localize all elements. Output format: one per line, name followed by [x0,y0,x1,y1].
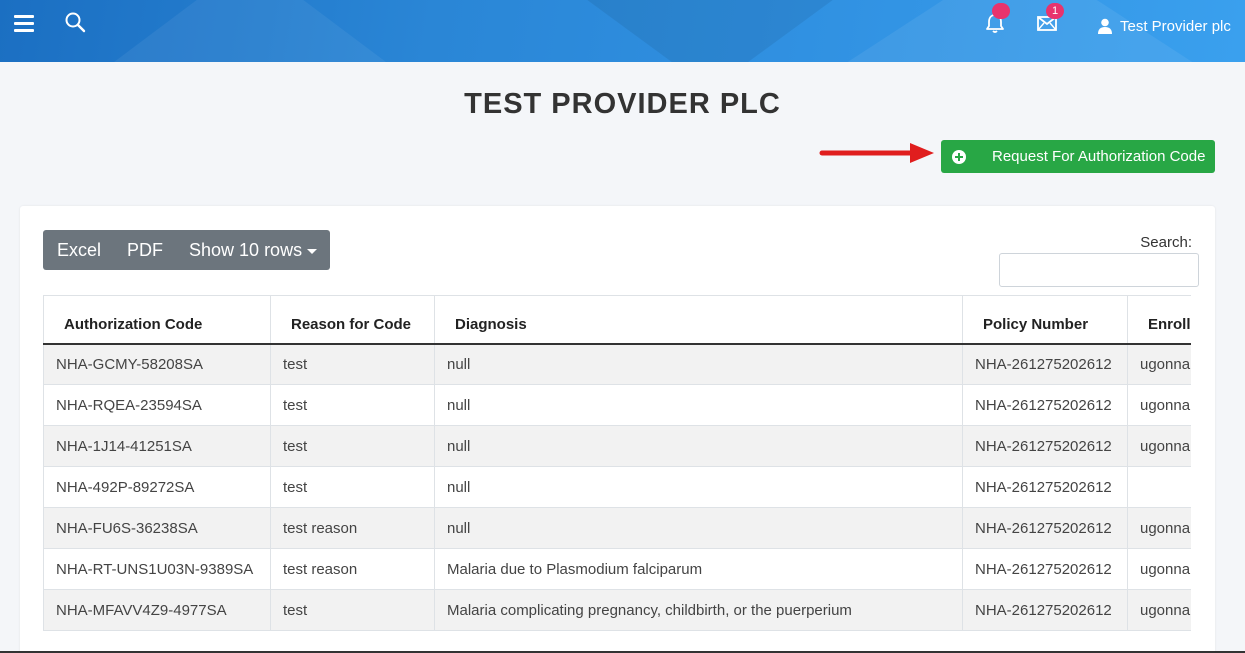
table-cell: ugonna [1127,343,1191,385]
table-row[interactable]: NHA-GCMY-58208SA test null NHA-261275202612… [43,343,1191,385]
menu-icon[interactable] [14,15,34,33]
table-cell: NHA-RQEA-23594SA [43,384,271,426]
table-cell: NHA-261275202612 [962,425,1128,467]
column-header[interactable]: Policy Number [962,295,1128,345]
request-button-label: Request For Authorization Code [992,148,1206,165]
table-row[interactable]: NHA-RQEA-23594SA test null NHA-261275202612… [43,384,1191,426]
table-cell: NHA-GCMY-58208SA [43,343,271,385]
table-row[interactable]: NHA-RT-UNS1U03N-9389SA test reason Malaria… [43,548,1191,590]
column-header[interactable]: Authorization Code [43,295,271,345]
table-container: Authorization Code Reason for Code Diagn… [43,295,1191,653]
table-cell: NHA-261275202612 [962,384,1128,426]
table-header-row: Authorization Code Reason for Code Diagn… [43,295,1191,345]
table-cell: NHA-1J14-41251SA [43,425,271,467]
excel-export-button[interactable]: Excel [43,230,114,270]
table-cell: NHA-MFAVV4Z9-4977SA [43,589,271,631]
messages-badge: 1 [1046,3,1064,19]
table-cell: test [270,589,435,631]
table-cell: null [434,466,963,508]
arrow-right-icon [819,143,934,163]
rows-per-page-dropdown[interactable]: Show 10 rows [176,230,330,270]
plus-circle-icon [952,149,966,164]
table-cell: NHA-261275202612 [962,466,1128,508]
table-cell: ugonna [1127,548,1191,590]
table-export-buttons: Excel PDF Show 10 rows [43,230,331,270]
table-cell: NHA-261275202612 [962,507,1128,549]
chevron-down-icon [307,248,318,254]
table-cell: test [270,466,435,508]
authorization-codes-table: Authorization Code Reason for Code Diagn… [43,295,1191,631]
table-cell: NHA-RT-UNS1U03N-9389SA [43,548,271,590]
table-row[interactable]: NHA-492P-89272SA test null NHA-261275202612 [43,466,1191,508]
request-authorization-code-button[interactable]: Request For Authorization Code [941,140,1215,173]
table-cell: ugonna [1127,384,1191,426]
table-cell: NHA-FU6S-36238SA [43,507,271,549]
pdf-export-button[interactable]: PDF [114,230,176,270]
user-menu[interactable]: Test Provider plc [1098,15,1231,37]
user-name: Test Provider plc [1120,17,1231,35]
notifications-badge [992,3,1010,19]
table-cell: NHA-492P-89272SA [43,466,271,508]
column-header[interactable]: Reason for Code [270,295,435,345]
table-cell: null [434,384,963,426]
top-navbar: 1 Test Provider plc [0,0,1245,62]
table-cell: NHA-261275202612 [962,589,1128,631]
table-cell: test [270,343,435,385]
page-title: TEST PROVIDER PLC [464,88,781,120]
column-header[interactable]: Diagnosis [434,295,963,345]
search-label: Search: [1140,234,1192,251]
column-header[interactable]: Enroll [1127,295,1191,345]
table-row[interactable]: NHA-FU6S-36238SA test reason null NHA-26127… [43,507,1191,549]
navbar-decoration [560,0,860,62]
table-cell [1127,466,1191,508]
table-cell: NHA-261275202612 [962,548,1128,590]
authorization-codes-card: Excel PDF Show 10 rows Search: Authoriza… [20,206,1215,653]
table-cell: test [270,384,435,426]
table-cell: null [434,425,963,467]
table-cell: null [434,343,963,385]
search-input[interactable] [999,253,1199,287]
table-cell: test [270,425,435,467]
table-row[interactable]: NHA-1J14-41251SA test null NHA-261275202612… [43,425,1191,467]
table-cell: test reason [270,507,435,549]
table-cell: ugonna [1127,507,1191,549]
table-body: NHA-GCMY-58208SA test null NHA-261275202612… [43,343,1191,631]
table-cell: test reason [270,548,435,590]
table-cell: Malaria due to Plasmodium falciparum [434,548,963,590]
table-cell: Malaria complicating pregnancy, childbir… [434,589,963,631]
navbar-decoration [90,0,410,62]
table-cell: ugonna [1127,589,1191,631]
table-cell: NHA-261275202612 [962,343,1128,385]
search-icon[interactable] [64,11,86,33]
user-icon [1098,18,1112,34]
table-cell: null [434,507,963,549]
table-cell: ugonna [1127,425,1191,467]
table-row[interactable]: NHA-MFAVV4Z9-4977SA test Malaria complicat… [43,589,1191,631]
rows-per-page-label: Show 10 rows [189,240,303,260]
